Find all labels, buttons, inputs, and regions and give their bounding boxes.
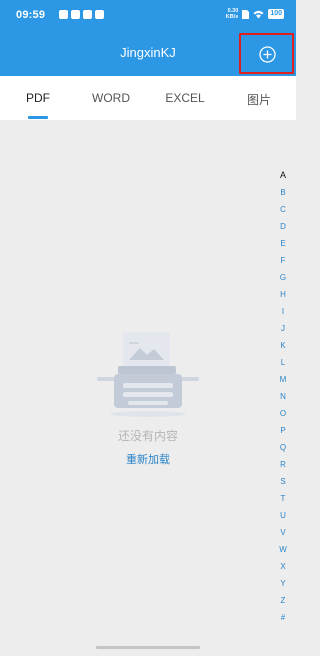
tab-indicator [28,116,48,119]
index-letter[interactable]: G [277,269,289,286]
index-letter[interactable]: P [277,422,289,439]
index-letter[interactable]: R [277,456,289,473]
index-letter[interactable]: X [277,558,289,575]
index-letter[interactable]: # [277,609,289,626]
index-letter[interactable]: V [277,524,289,541]
tiktok-icon [83,10,92,19]
index-letter[interactable]: K [277,337,289,354]
tab-pdf[interactable]: PDF [26,91,50,105]
index-letter[interactable]: J [277,320,289,337]
reload-link[interactable]: 重新加载 [0,451,296,467]
typewriter-icon [97,332,199,417]
tab-word[interactable]: WORD [92,91,130,105]
index-letter[interactable]: O [277,405,289,422]
index-letter[interactable]: Z [277,592,289,609]
index-letter[interactable]: I [277,303,289,320]
index-letter[interactable]: L [277,354,289,371]
tab-bar: PDF WORD EXCEL 图片 [0,76,296,120]
index-letter[interactable]: E [277,235,289,252]
alphabet-index-bar[interactable]: A B C D E F G H I J K L M N O P Q R S T U V W X Y Z # [277,167,289,626]
home-indicator [96,646,200,649]
index-letter[interactable]: M [277,371,289,388]
status-right: 0.30 KB/s 100 [226,8,284,20]
index-letter[interactable]: C [277,201,289,218]
index-letter[interactable]: D [277,218,289,235]
index-letter[interactable]: U [277,507,289,524]
sim-icon [242,9,250,19]
tab-images[interactable]: 图片 [247,91,271,108]
wifi-icon [253,10,264,18]
index-letter[interactable]: Q [277,439,289,456]
status-bar: 09:59 0.30 KB/s 100 [0,0,296,30]
index-letter[interactable]: B [277,184,289,201]
notification-icons [59,10,104,19]
index-letter[interactable]: W [277,541,289,558]
index-letter[interactable]: Y [277,575,289,592]
tab-excel[interactable]: EXCEL [165,91,204,105]
plus-circle-icon [259,46,276,63]
index-letter[interactable]: S [277,473,289,490]
add-button[interactable] [239,33,294,74]
index-letter[interactable]: N [277,388,289,405]
app-bar: JingxinKJ [0,30,296,76]
index-letter[interactable]: H [277,286,289,303]
app-notification-icon [59,10,68,19]
battery-icon: 100 [268,9,284,19]
app-notification-icon [71,10,80,19]
empty-message: 还没有内容 [117,429,178,443]
index-letter[interactable]: A [277,167,289,184]
status-time: 09:59 [16,9,46,21]
app-notification-icon [95,10,104,19]
index-letter[interactable]: F [277,252,289,269]
index-letter[interactable]: T [277,490,289,507]
network-speed: 0.30 KB/s [225,8,239,20]
